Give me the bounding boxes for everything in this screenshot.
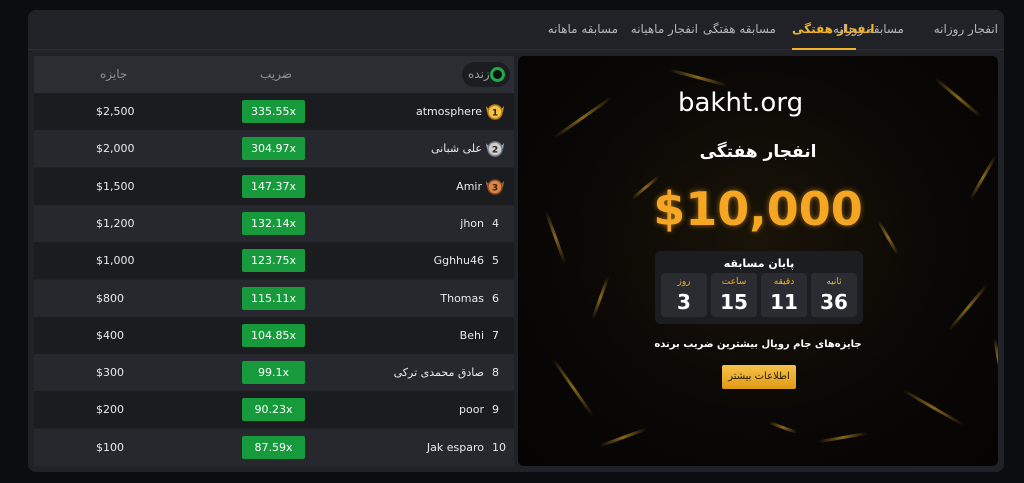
player-name: Jak esparo [426,440,484,454]
countdown-unit-value: 15 [720,290,748,314]
tab-weekly-explosion[interactable]: انفجار هفتگی [792,10,874,50]
tab-monthly-explosion[interactable]: انفجار ماهیانه [631,10,698,50]
svg-text:3: 3 [492,183,498,193]
countdown-minutes: دقیقه 11 [761,273,807,317]
gold-medal-icon: 1 [485,102,505,121]
countdown-title: پایان مسابقه [723,257,795,270]
prize-cell: $300 [96,366,124,380]
countdown-unit-value: 36 [820,290,848,314]
countdown-seconds: ثانیه 36 [811,273,857,317]
rank-number: 6 [492,291,499,305]
multiplier-badge: 87.59x [242,435,305,459]
table-row: $1,200 132.14x jhon 4 [34,204,514,242]
gold-streak [901,388,965,427]
countdown-unit-value: 3 [677,290,691,314]
countdown-timer: پایان مسابقه روز 3 ساعت 15 دقیقه 11 ثانی… [655,251,863,324]
rank-number: 10 [492,440,506,454]
gold-streak [818,431,868,444]
multiplier-badge: 115.11x [242,286,305,310]
multiplier-badge: 104.85x [242,323,305,347]
prize-amount: $10,000 [653,182,863,236]
countdown-unit-label: روز [677,277,691,287]
table-row: $400 104.85x Behi 7 [34,316,514,354]
gold-streak [591,275,610,320]
multiplier-badge: 132.14x [242,211,305,235]
multiplier-badge: 123.75x [242,249,305,273]
gold-streak [768,420,798,435]
player-name: Behi [459,328,484,342]
multiplier-badge: 99.1x [242,361,305,385]
gold-streak [668,68,728,87]
gold-streak [947,283,989,332]
multiplier-badge: 304.97x [242,137,305,161]
multiplier-badge: 90.23x [242,398,305,422]
svg-text:2: 2 [492,146,498,156]
countdown-unit-label: ثانیه [826,277,842,287]
rank-number: 9 [492,403,499,417]
table-row: $2,000 304.97x علی شبانی 2 [34,130,514,168]
player-name: atmosphere [416,105,482,118]
tab-weekly-contest[interactable]: مسابقه هفتگی [703,10,776,50]
rank-number: 4 [492,216,499,230]
live-toggle[interactable]: زنده [462,62,510,87]
bronze-medal-icon: 3 [485,177,505,196]
prize-cell: $400 [96,328,124,342]
gold-streak [553,96,613,139]
live-label: زنده [468,67,490,81]
table-row: $1,000 123.75x Gghhu46 5 [34,242,514,280]
multiplier-badge: 335.55x [242,100,305,123]
tab-daily-explosion[interactable]: انفجار روزانه [934,10,998,50]
promo-description: جایزه‌های جام رویال بیشترین ضریب برنده [654,339,862,350]
multiplier-column-header: ضریب [260,67,292,81]
prize-cell: $100 [96,440,124,454]
player-name: Amir [456,179,482,193]
player-name: poor [459,403,484,417]
prize-cell: $2,500 [96,105,135,118]
table-row: $1,500 147.37x Amir 3 [34,167,514,205]
rank-number: 7 [492,328,499,342]
player-name: Gghhu46 [433,254,484,268]
player-name: Thomas [440,291,484,305]
table-row: $800 115.11x Thomas 6 [34,279,514,317]
player-name: علی شبانی [431,142,482,156]
leaderboard: جایزه ضریب زنده $2,500 335.55x atmosphere 1… [34,56,514,466]
prize-column-header: جایزه [100,67,128,81]
gold-streak [934,77,982,118]
prize-cell: $1,000 [96,254,135,268]
table-row: $200 90.23x poor 9 [34,391,514,429]
prize-cell: $200 [96,403,124,417]
more-info-button[interactable]: اطلاعات بیشتر [722,365,796,389]
prize-cell: $1,500 [96,179,135,193]
svg-text:1: 1 [492,109,498,119]
countdown-hours: ساعت 15 [711,273,757,317]
countdown-unit-label: ساعت [721,277,747,287]
countdown-unit-value: 11 [770,290,798,314]
site-watermark: bakht.org [678,88,804,118]
prize-cell: $1,200 [96,216,135,230]
tab-bar: انفجار روزانه مسابقه روزانه انفجار هفتگی… [28,10,1004,50]
prize-cell: $2,000 [96,142,135,156]
multiplier-badge: 147.37x [242,174,305,198]
countdown-unit-label: دقیقه [773,277,795,287]
weekly-explosion-panel: انفجار روزانه مسابقه روزانه انفجار هفتگی… [28,10,1004,472]
table-row: $2,500 335.55x atmosphere 1 [34,93,514,130]
rank-number: 5 [492,254,499,268]
silver-medal-icon: 2 [485,139,505,158]
table-row: $300 99.1x صادق محمدی ترکی 8 [34,354,514,392]
table-row: $100 87.59x Jak esparo 10 [34,428,514,466]
prize-cell: $800 [96,291,124,305]
gold-streak [551,357,595,418]
live-indicator-icon [490,67,505,82]
countdown-days: روز 3 [661,273,707,317]
player-name: صادق محمدی ترکی [393,366,484,380]
rank-number: 8 [492,366,499,380]
gold-streak [598,427,648,448]
promo-banner: bakht.org انفجار هفتگی $10,000 پایان مسا… [518,56,998,466]
promo-title: انفجار هفتگی [699,142,817,162]
player-name: jhon [460,216,484,230]
leaderboard-header: جایزه ضریب زنده [34,56,514,93]
tab-monthly-contest[interactable]: مسابقه ماهانه [548,10,618,50]
